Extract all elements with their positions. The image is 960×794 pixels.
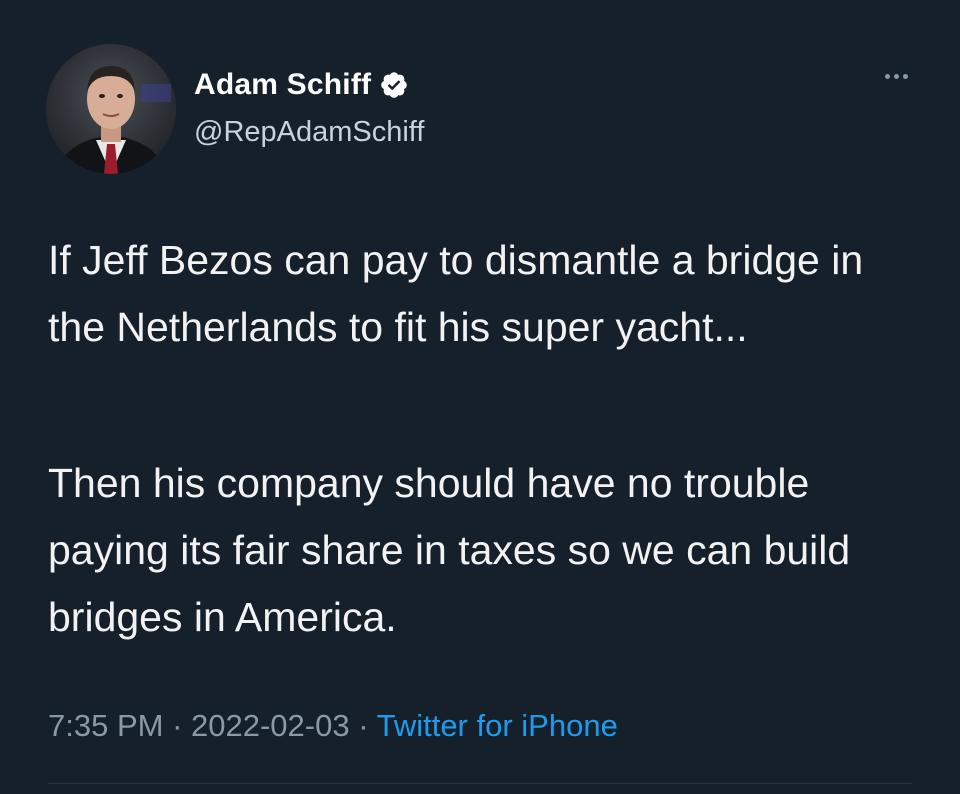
avatar-image (46, 44, 176, 174)
more-dot (894, 74, 899, 79)
divider (48, 783, 912, 784)
tweet-date[interactable]: 2022-02-03 (191, 708, 350, 743)
author-display-name[interactable]: Adam Schiff (194, 68, 371, 102)
tweet-text-paragraph-1: If Jeff Bezos can pay to dismantle a bri… (48, 237, 864, 350)
meta-separator: · (349, 708, 377, 743)
tweet-card: Adam Schiff @RepAdamSchiff If Jeff Bezos… (0, 0, 960, 794)
verified-badge-icon (379, 70, 409, 100)
avatar[interactable] (46, 44, 176, 174)
tweet-text-paragraph-2: Then his company should have no trouble … (48, 460, 851, 640)
tweet-source-link[interactable]: Twitter for iPhone (377, 708, 618, 743)
more-dot (903, 74, 908, 79)
tweet-metadata: 7:35 PM · 2022-02-03 · Twitter for iPhon… (48, 708, 618, 744)
author-name-row[interactable]: Adam Schiff (194, 68, 409, 102)
more-dot (885, 74, 890, 79)
more-horizontal-icon[interactable] (885, 74, 908, 79)
meta-separator: · (163, 708, 192, 743)
tweet-time[interactable]: 7:35 PM (48, 708, 163, 743)
author-handle[interactable]: @RepAdamSchiff (194, 116, 424, 149)
